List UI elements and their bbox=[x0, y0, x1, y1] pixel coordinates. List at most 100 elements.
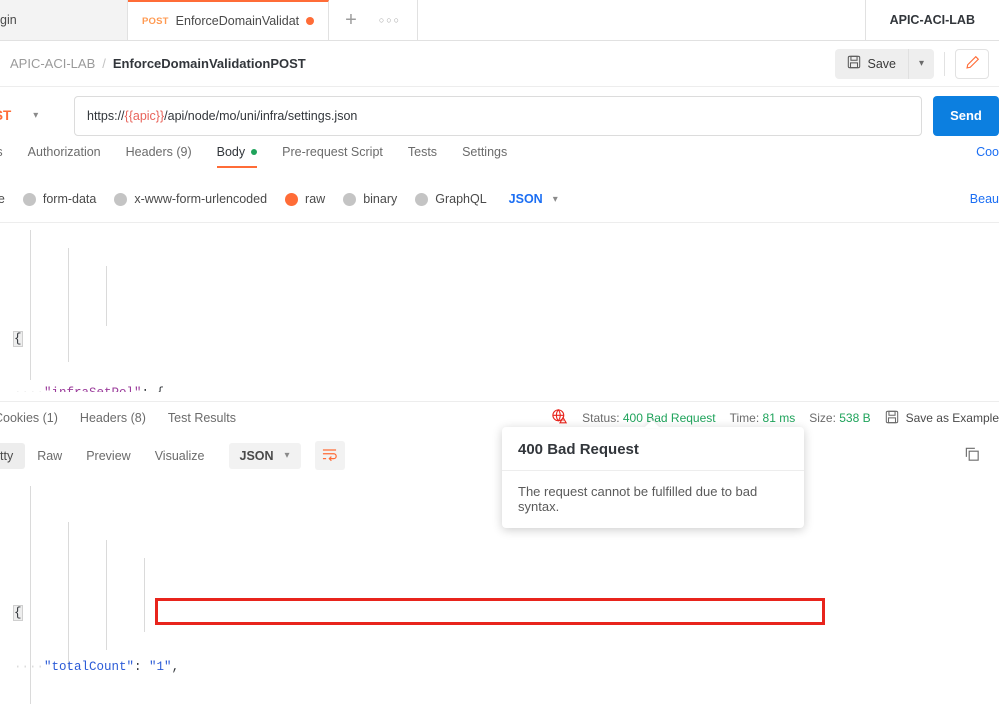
time-value: 81 ms bbox=[762, 411, 796, 425]
response-format-selector[interactable]: JSON ▾ bbox=[228, 442, 301, 469]
chevron-down-icon: ▾ bbox=[284, 450, 290, 461]
plus-icon[interactable]: + bbox=[345, 10, 357, 30]
radio-icon bbox=[114, 192, 128, 206]
divider bbox=[944, 51, 945, 76]
body-type-label: raw bbox=[305, 192, 326, 206]
send-button[interactable]: Send bbox=[933, 95, 999, 136]
url-prefix: https:// bbox=[87, 108, 125, 123]
body-type-label: binary bbox=[363, 192, 398, 206]
url-suffix: /api/node/mo/uni/infra/settings.json bbox=[164, 108, 358, 123]
request-tab-enforcedomainvalidation[interactable]: POST EnforceDomainValidat bbox=[128, 0, 330, 40]
body-type-row: one form-data x-www-form-urlencoded raw … bbox=[0, 185, 999, 213]
request-tab-login[interactable]: gin bbox=[0, 0, 128, 40]
copy-button[interactable] bbox=[964, 446, 981, 466]
tab-label: Authorization bbox=[27, 145, 101, 159]
tab-label: Pre-request Script bbox=[282, 145, 383, 159]
body-type-urlencoded[interactable]: x-www-form-urlencoded bbox=[114, 192, 267, 206]
response-view-raw[interactable]: Raw bbox=[25, 443, 74, 469]
cookies-link[interactable]: Coo bbox=[976, 145, 999, 159]
globe-warning-icon bbox=[551, 408, 568, 428]
chevron-down-icon: ▾ bbox=[33, 110, 39, 121]
body-type-label: form-data bbox=[42, 192, 97, 206]
floppy-disk-icon bbox=[885, 410, 899, 427]
code-token: { bbox=[13, 605, 23, 621]
save-options-button[interactable]: ▾ bbox=[908, 48, 934, 79]
response-tab-test-results[interactable]: Test Results bbox=[168, 411, 236, 425]
request-tabs: ms Authorization Headers (9) Body Pre-re… bbox=[0, 145, 999, 176]
chevron-down-icon: ▾ bbox=[918, 58, 925, 69]
radio-selected-icon bbox=[285, 192, 299, 206]
url-input[interactable]: https://{{apic}}/api/node/mo/uni/infra/s… bbox=[74, 95, 922, 136]
fold-guide bbox=[106, 540, 107, 650]
tab-label: Settings bbox=[462, 145, 508, 159]
word-wrap-button[interactable] bbox=[314, 441, 345, 470]
code-line: { bbox=[13, 604, 999, 622]
request-body-editor[interactable]: { ····"infraSetPol": { ········"attribut… bbox=[0, 222, 999, 392]
body-type-binary[interactable]: binary bbox=[343, 192, 397, 206]
size-value: 538 B bbox=[839, 411, 871, 425]
tab-label: Body bbox=[216, 145, 246, 159]
popover-title: 400 Bad Request bbox=[502, 427, 804, 471]
radio-icon bbox=[22, 192, 36, 206]
fold-guide bbox=[68, 522, 69, 668]
response-tab-cookies[interactable]: Cookies (1) bbox=[0, 411, 58, 425]
tab-headers[interactable]: Headers (9) bbox=[126, 145, 192, 168]
tab-bar: gin POST EnforceDomainValidat + ○○○ APIC… bbox=[0, 0, 999, 41]
beautify-link[interactable]: Beau bbox=[970, 192, 999, 206]
response-body-editor[interactable]: { ····"totalCount": "1", ····"imdata": [… bbox=[0, 478, 999, 714]
ellipsis-icon[interactable]: ○○○ bbox=[379, 15, 401, 25]
code-token: ····"infraSetPol": { bbox=[14, 386, 164, 392]
code-line: ····"infraSetPol": { bbox=[14, 384, 999, 392]
tab-body[interactable]: Body bbox=[216, 145, 258, 168]
body-type-graphql[interactable]: GraphQL bbox=[415, 192, 487, 206]
breadcrumb-collection[interactable]: APIC-ACI-LAB bbox=[10, 56, 95, 71]
postman-window: gin POST EnforceDomainValidat + ○○○ APIC… bbox=[0, 0, 999, 714]
response-view-preview[interactable]: Preview bbox=[74, 443, 142, 469]
chevron-down-icon: ▾ bbox=[552, 193, 558, 205]
response-tab-headers[interactable]: Headers (8) bbox=[80, 411, 146, 425]
body-type-label: x-www-form-urlencoded bbox=[134, 192, 268, 206]
floppy-disk-icon bbox=[847, 55, 861, 72]
tab-pre-request-script[interactable]: Pre-request Script bbox=[282, 145, 383, 168]
copy-icon bbox=[964, 446, 981, 466]
tab-tests[interactable]: Tests bbox=[408, 145, 437, 168]
tab-bar-actions: + ○○○ bbox=[329, 0, 419, 40]
response-view-pretty[interactable]: tty bbox=[0, 442, 26, 469]
size-text: Size: 538 B bbox=[809, 411, 871, 425]
tab-bar-spacer bbox=[418, 0, 866, 40]
body-type-raw[interactable]: raw bbox=[285, 192, 325, 206]
page-title: EnforceDomainValidationPOST bbox=[112, 56, 306, 71]
response-view-visualize[interactable]: Visualize bbox=[143, 443, 217, 469]
tab-label: ms bbox=[0, 145, 3, 159]
breadcrumb-separator: / bbox=[102, 56, 106, 71]
status-tooltip-popover: 400 Bad Request The request cannot be fu… bbox=[502, 427, 804, 528]
response-format-label: JSON bbox=[239, 448, 274, 463]
time-text: Time: 81 ms bbox=[729, 411, 796, 425]
save-button-label: Save bbox=[867, 56, 897, 71]
tab-label: gin bbox=[0, 13, 17, 27]
unsaved-dot-icon bbox=[306, 17, 315, 25]
body-format-selector[interactable]: JSON ▾ bbox=[509, 192, 558, 206]
save-button[interactable]: Save bbox=[834, 48, 908, 79]
code-line: { bbox=[13, 330, 999, 348]
code-token: { bbox=[13, 331, 23, 347]
save-as-example-button[interactable]: Save as Example bbox=[885, 410, 999, 427]
status-value: 400 Bad Request bbox=[622, 411, 716, 425]
breadcrumb-row: APIC-ACI-LAB / EnforceDomainValidationPO… bbox=[0, 41, 999, 87]
tab-label: Headers (9) bbox=[125, 145, 192, 159]
tab-settings[interactable]: Settings bbox=[462, 145, 507, 168]
breadcrumb-actions: Save ▾ bbox=[834, 48, 989, 79]
body-present-dot-icon bbox=[251, 149, 258, 155]
response-view-toolbar: tty Raw Preview Visualize JSON ▾ bbox=[0, 437, 999, 474]
http-method-selector[interactable]: ST ▾ bbox=[0, 96, 74, 136]
edit-button[interactable] bbox=[955, 48, 989, 79]
tab-params[interactable]: ms bbox=[0, 145, 3, 168]
pencil-icon bbox=[965, 55, 980, 73]
body-format-label: JSON bbox=[508, 192, 543, 206]
tab-label: Tests bbox=[407, 145, 438, 159]
body-type-none[interactable]: one bbox=[0, 192, 5, 206]
body-type-form-data[interactable]: form-data bbox=[22, 192, 97, 206]
tab-authorization[interactable]: Authorization bbox=[28, 145, 101, 168]
workspace-name[interactable]: APIC-ACI-LAB bbox=[865, 0, 999, 40]
fold-guide bbox=[106, 266, 107, 326]
